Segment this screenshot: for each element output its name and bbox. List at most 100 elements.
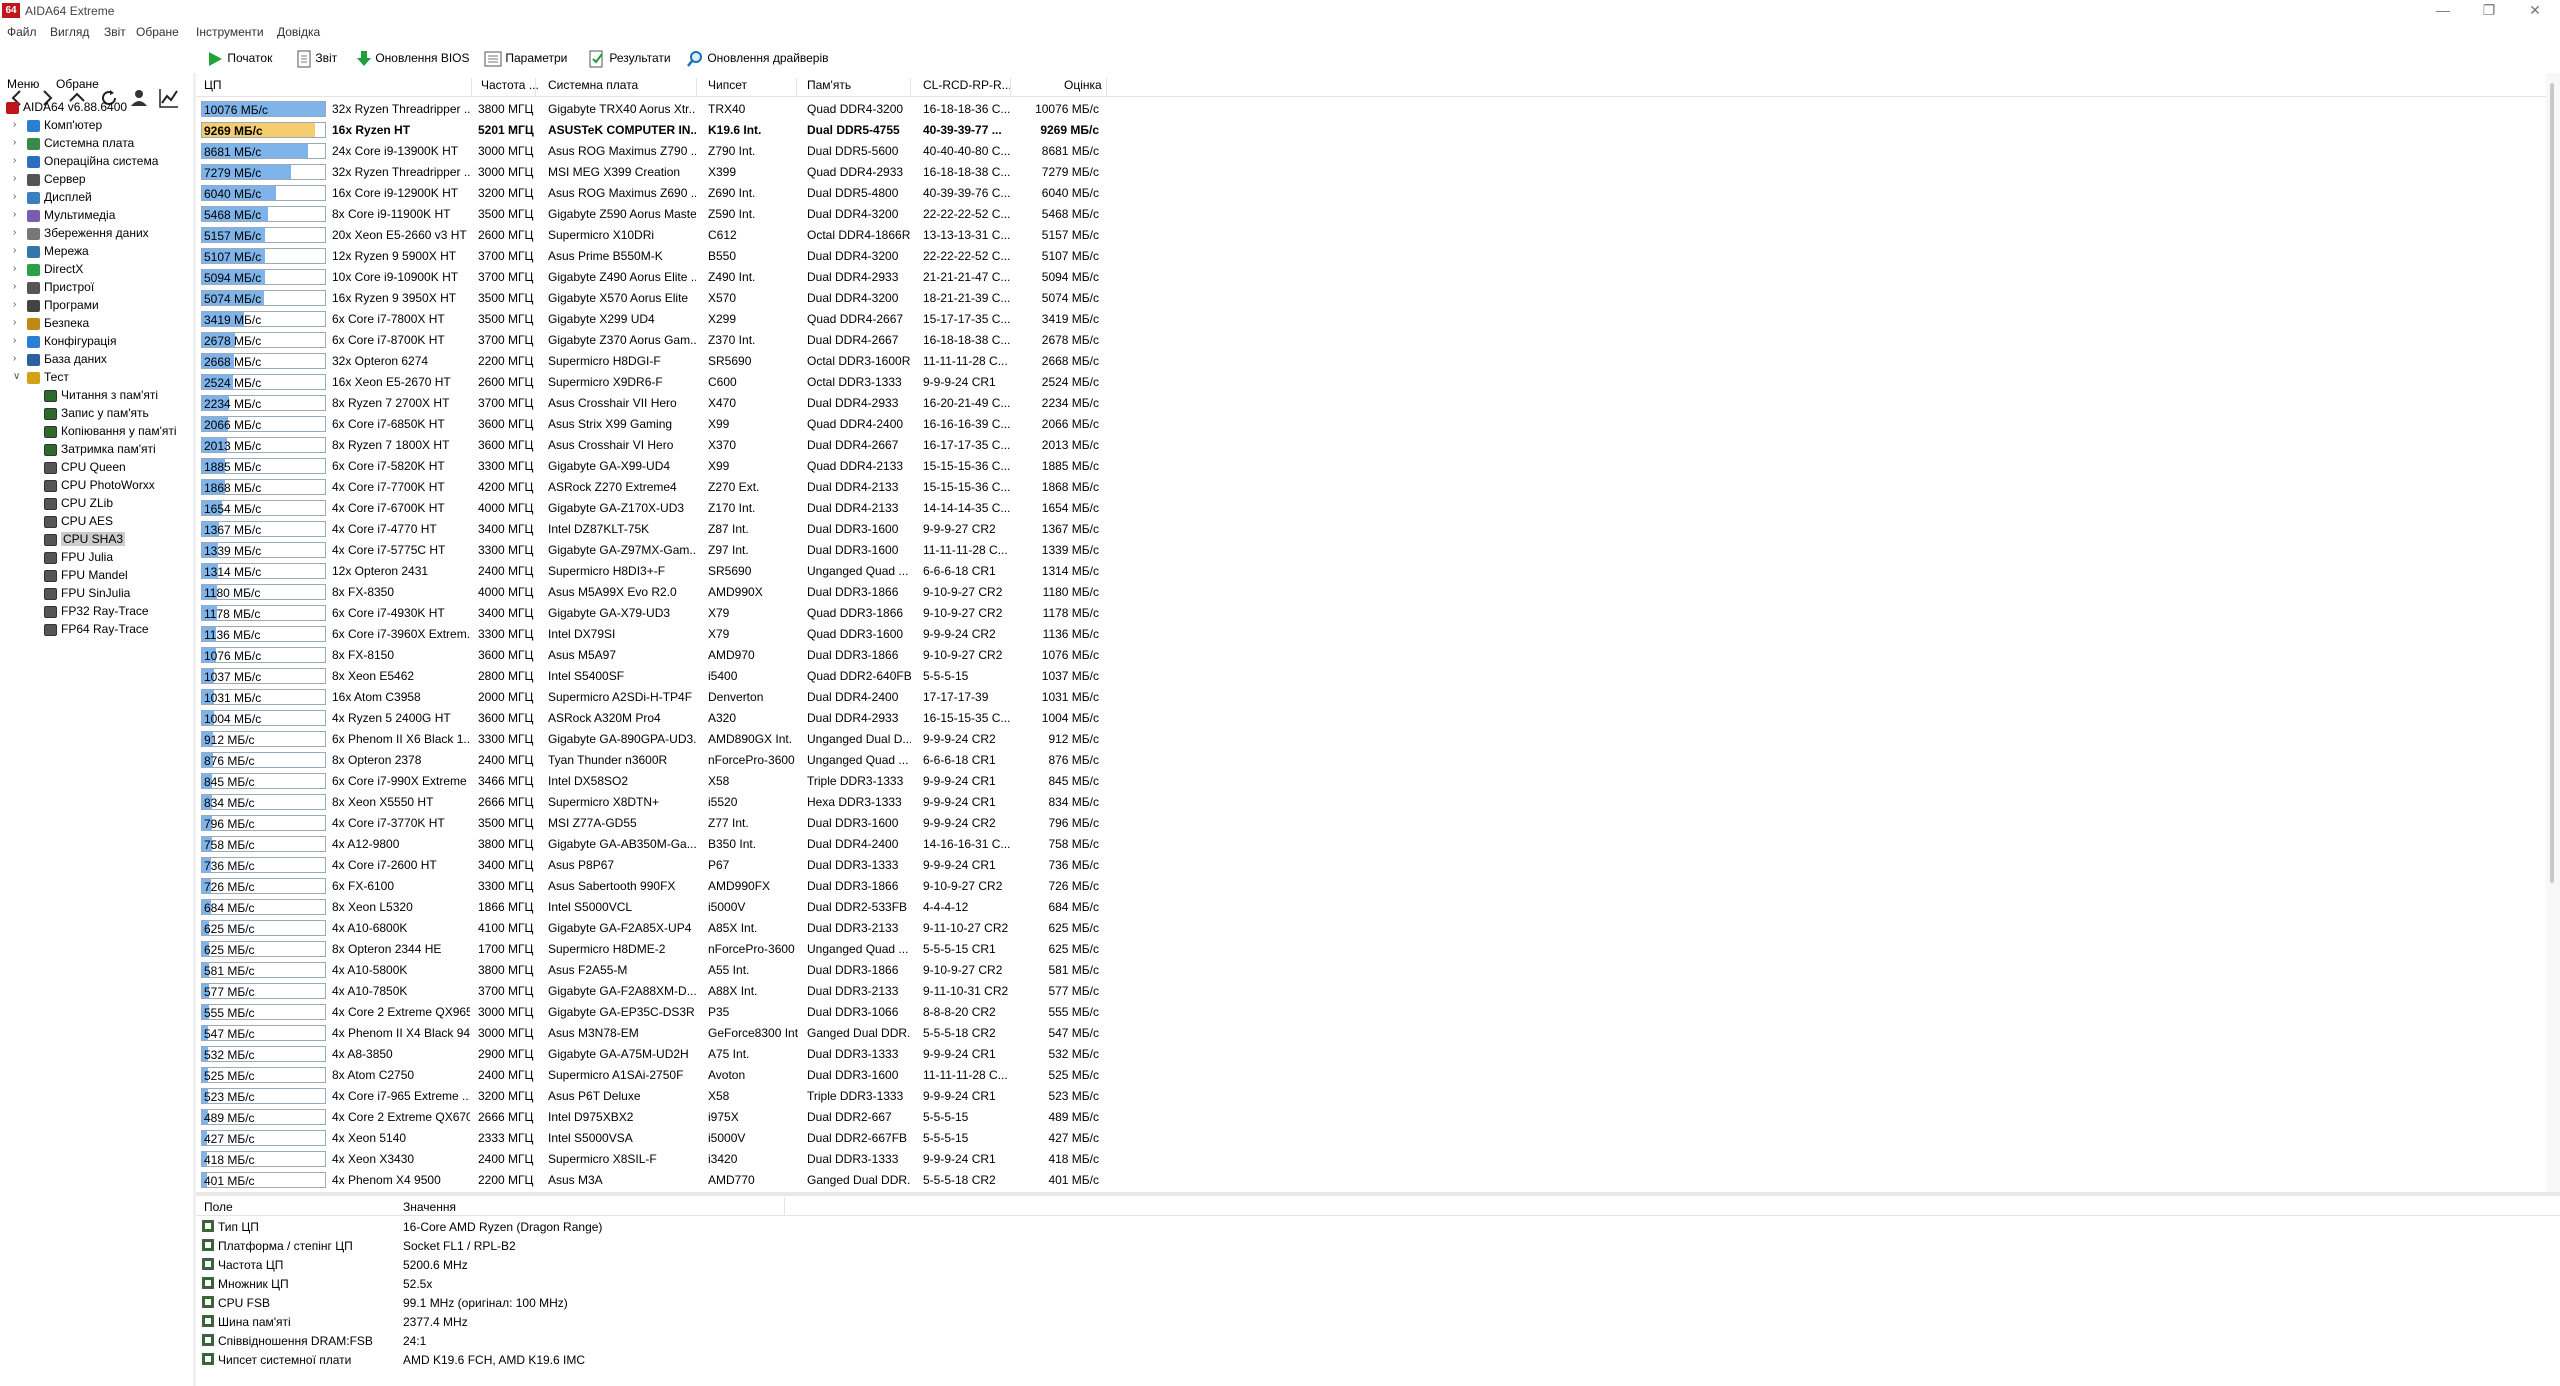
col-cpu[interactable]: ЦП — [204, 78, 222, 92]
table-row[interactable]: 489 МБ/с 4x Core 2 Extreme QX6700 2666 МГЦ… — [196, 1106, 2546, 1127]
table-row[interactable]: 1136 МБ/с 6x Core i7-3960X Extrem... 3300 … — [196, 623, 2546, 644]
table-row[interactable]: 577 МБ/с 4x A10-7850K 3700 МГЦ Gigabyte GA-… — [196, 980, 2546, 1001]
tab-favorites[interactable]: Обране — [56, 77, 99, 91]
table-row[interactable]: 6040 МБ/с 16x Core i9-12900K HT 3200 МГЦ As… — [196, 182, 2546, 203]
tree-item-4[interactable]: › Дисплей — [13, 188, 92, 206]
tree-item-3[interactable]: › Сервер — [13, 170, 86, 188]
col-frequency[interactable]: Частота ... — [481, 78, 539, 92]
tree-root[interactable]: AIDA64 v6.88.6400 — [6, 98, 127, 116]
detail-row[interactable]: Чипсет системної плати AMD K19.6 FCH, AMD… — [196, 1350, 1096, 1369]
table-row[interactable]: 8681 МБ/с 24x Core i9-13900K HT 3000 МГЦ As… — [196, 140, 2546, 161]
tree-test-6[interactable]: CPU ZLib — [44, 494, 113, 512]
col-timings[interactable]: CL-RCD-RP-R... — [923, 78, 1012, 92]
vertical-scrollbar[interactable] — [2546, 73, 2560, 1192]
tree-item-11[interactable]: › Безпека — [13, 314, 89, 332]
table-row[interactable]: 5468 МБ/с 8x Core i9-11900K HT 3500 МГЦ Gig… — [196, 203, 2546, 224]
expand-icon[interactable]: › — [13, 116, 16, 134]
minimize-button[interactable]: — — [2420, 0, 2466, 22]
tree-item-13[interactable]: › База даних — [13, 350, 107, 368]
expand-icon[interactable]: › — [13, 206, 16, 224]
tree-test-1[interactable]: Запис у пам'ять — [44, 404, 149, 422]
tree-test-9[interactable]: FPU Julia — [44, 548, 113, 566]
table-row[interactable]: 555 МБ/с 4x Core 2 Extreme QX9650 3000 МГЦ… — [196, 1001, 2546, 1022]
table-row[interactable]: 845 МБ/с 6x Core i7-990X Extreme ... 3466 … — [196, 770, 2546, 791]
tree-test-2[interactable]: Копіювання у пам'яті — [44, 422, 177, 440]
detail-row[interactable]: Платформа / степінг ЦП Socket FL1 / RPL-B… — [196, 1236, 1096, 1255]
table-row[interactable]: 736 МБ/с 4x Core i7-2600 HT 3400 МГЦ Asus P… — [196, 854, 2546, 875]
table-row[interactable]: 10076 МБ/с 32x Ryzen Threadripper ... 3800… — [196, 98, 2546, 119]
start-button[interactable]: Початок — [206, 47, 272, 69]
tree-item-14[interactable]: ∨ Тест — [13, 368, 69, 386]
table-row[interactable]: 1885 МБ/с 6x Core i7-5820K HT 3300 МГЦ Giga… — [196, 455, 2546, 476]
table-row[interactable]: 758 МБ/с 4x A12-9800 3800 МГЦ Gigabyte GA-A… — [196, 833, 2546, 854]
table-row[interactable]: 9269 МБ/с 16x Ryzen HT 5201 МГЦ ASUSTeK COM… — [196, 119, 2546, 140]
tree-item-5[interactable]: › Мультимедіа — [13, 206, 115, 224]
tree-test-13[interactable]: FP64 Ray-Trace — [44, 620, 149, 638]
expand-icon[interactable]: › — [13, 296, 16, 314]
table-row[interactable]: 532 МБ/с 4x A8-3850 2900 МГЦ Gigabyte GA-A7… — [196, 1043, 2546, 1064]
table-row[interactable]: 1031 МБ/с 16x Atom C3958 2000 МГЦ Supermicr… — [196, 686, 2546, 707]
table-row[interactable]: 5094 МБ/с 10x Core i9-10900K HT 3700 МГЦ Gi… — [196, 266, 2546, 287]
detail-row[interactable]: Частота ЦП 5200.6 MHz — [196, 1255, 1096, 1274]
expand-icon[interactable]: › — [13, 134, 16, 152]
table-row[interactable]: 625 МБ/с 4x A10-6800K 4100 МГЦ Gigabyte GA-… — [196, 917, 2546, 938]
close-button[interactable]: ✕ — [2512, 0, 2558, 22]
table-row[interactable]: 2524 МБ/с 16x Xeon E5-2670 HT 2600 МГЦ Supe… — [196, 371, 2546, 392]
table-row[interactable]: 2234 МБ/с 8x Ryzen 7 2700X HT 3700 МГЦ Asus… — [196, 392, 2546, 413]
table-row[interactable]: 401 МБ/с 4x Phenom X4 9500 2200 МГЦ Asus M3… — [196, 1169, 2546, 1190]
menu-view[interactable]: Вигляд — [50, 25, 89, 39]
table-row[interactable]: 5157 МБ/с 20x Xeon E5-2660 v3 HT 2600 МГЦ S… — [196, 224, 2546, 245]
maximize-button[interactable]: ❐ — [2466, 0, 2512, 22]
table-row[interactable]: 525 МБ/с 8x Atom C2750 2400 МГЦ Supermicro … — [196, 1064, 2546, 1085]
expand-icon[interactable]: › — [13, 260, 16, 278]
table-row[interactable]: 1868 МБ/с 4x Core i7-7700K HT 4200 МГЦ ASRo… — [196, 476, 2546, 497]
tree-test-10[interactable]: FPU Mandel — [44, 566, 128, 584]
detail-row[interactable]: Співвідношення DRAM:FSB 24:1 — [196, 1331, 1096, 1350]
table-row[interactable]: 1037 МБ/с 8x Xeon E5462 2800 МГЦ Intel S540… — [196, 665, 2546, 686]
table-row[interactable]: 1076 МБ/с 8x FX-8150 3600 МГЦ Asus M5A97 AMD… — [196, 644, 2546, 665]
tree-item-1[interactable]: › Системна плата — [13, 134, 134, 152]
detail-row[interactable]: Шина пам'яті 2377.4 MHz — [196, 1312, 1096, 1331]
table-row[interactable]: 1367 МБ/с 4x Core i7-4770 HT 3400 МГЦ Intel… — [196, 518, 2546, 539]
tree-test-12[interactable]: FP32 Ray-Trace — [44, 602, 149, 620]
expand-icon[interactable]: › — [13, 350, 16, 368]
table-row[interactable]: 2013 МБ/с 8x Ryzen 7 1800X HT 3600 МГЦ Asus… — [196, 434, 2546, 455]
expand-icon[interactable]: › — [13, 278, 16, 296]
bios-update-button[interactable]: Оновлення BIOS — [356, 47, 470, 69]
tree-item-10[interactable]: › Програми — [13, 296, 99, 314]
scrollbar-thumb[interactable] — [2550, 83, 2554, 883]
table-row[interactable]: 876 МБ/с 8x Opteron 2378 2400 МГЦ Tyan Thun… — [196, 749, 2546, 770]
tree-item-0[interactable]: › Комп'ютер — [13, 116, 102, 134]
table-row[interactable]: 5074 МБ/с 16x Ryzen 9 3950X HT 3500 МГЦ Gig… — [196, 287, 2546, 308]
menu-favorites[interactable]: Обране — [136, 25, 179, 39]
tree-item-8[interactable]: › DirectX — [13, 260, 83, 278]
tree-item-6[interactable]: › Збереження даних — [13, 224, 149, 242]
table-row[interactable]: 418 МБ/с 4x Xeon X3430 2400 МГЦ Supermicro … — [196, 1148, 2546, 1169]
menu-tools[interactable]: Інструменти — [196, 25, 264, 39]
collapse-icon[interactable]: ∨ — [13, 368, 20, 386]
tree-item-9[interactable]: › Пристрої — [13, 278, 94, 296]
detail-row[interactable]: Множник ЦП 52.5x — [196, 1274, 1096, 1293]
table-row[interactable]: 581 МБ/с 4x A10-5800K 3800 МГЦ Asus F2A55-M… — [196, 959, 2546, 980]
table-row[interactable]: 625 МБ/с 8x Opteron 2344 HE 1700 МГЦ Superm… — [196, 938, 2546, 959]
expand-icon[interactable]: › — [13, 242, 16, 260]
detail-row[interactable]: CPU FSB 99.1 MHz (оригінал: 100 MHz) — [196, 1293, 1096, 1312]
expand-icon[interactable]: › — [13, 152, 16, 170]
table-row[interactable]: 5107 МБ/с 12x Ryzen 9 5900X HT 3700 МГЦ Asu… — [196, 245, 2546, 266]
menu-report[interactable]: Звіт — [104, 25, 126, 39]
table-row[interactable]: 1178 МБ/с 6x Core i7-4930K HT 3400 МГЦ Giga… — [196, 602, 2546, 623]
tab-menu[interactable]: Меню — [7, 77, 39, 91]
table-row[interactable]: 684 МБ/с 8x Xeon L5320 1866 МГЦ Intel S5000… — [196, 896, 2546, 917]
col-chipset[interactable]: Чипсет — [708, 78, 747, 92]
tree-test-8[interactable]: CPU SHA3 — [44, 530, 126, 548]
expand-icon[interactable]: › — [13, 314, 16, 332]
tree-item-7[interactable]: › Мережа — [13, 242, 89, 260]
results-button[interactable]: Результати — [588, 47, 671, 69]
table-row[interactable]: 1004 МБ/с 4x Ryzen 5 2400G HT 3600 МГЦ ASRo… — [196, 707, 2546, 728]
tree-test-3[interactable]: Затримка пам'яті — [44, 440, 156, 458]
table-row[interactable]: 1314 МБ/с 12x Opteron 2431 2400 МГЦ Supermi… — [196, 560, 2546, 581]
tree-test-5[interactable]: CPU PhotoWorxx — [44, 476, 155, 494]
table-row[interactable]: 3419 МБ/с 6x Core i7-7800X HT 3500 МГЦ Giga… — [196, 308, 2546, 329]
table-row[interactable]: 726 МБ/с 6x FX-6100 3300 МГЦ Asus Sabertoot… — [196, 875, 2546, 896]
tree-item-2[interactable]: › Операційна система — [13, 152, 158, 170]
